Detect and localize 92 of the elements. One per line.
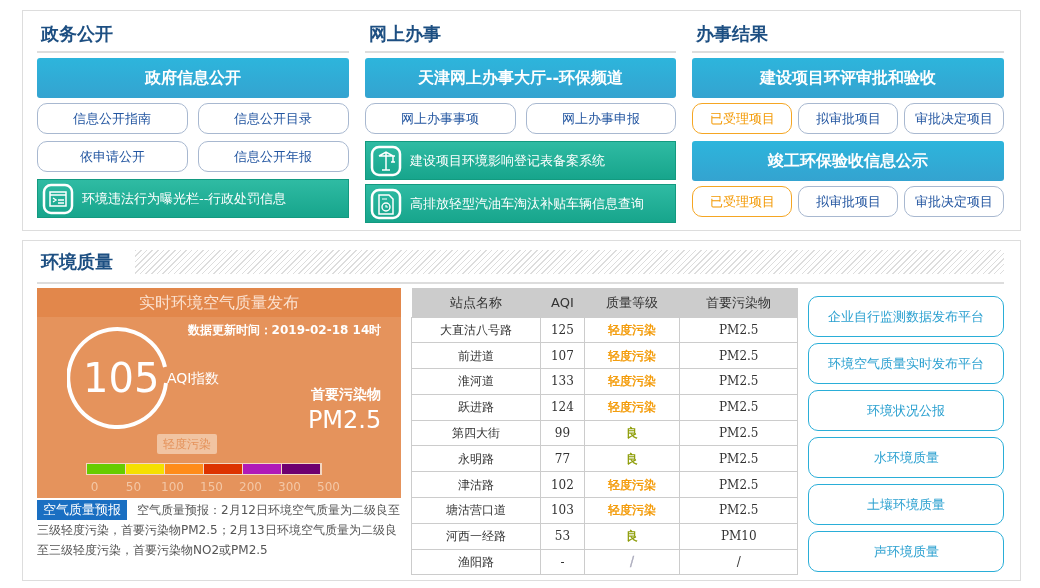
- update-time: 数据更新时间：2019-02-18 14时: [187, 322, 382, 339]
- column-header: 首要污染物: [679, 288, 798, 317]
- section-title: 政务公开: [37, 11, 349, 53]
- scale-tick: 100: [160, 479, 185, 496]
- link-button[interactable]: 已受理项目: [692, 186, 793, 217]
- link-button[interactable]: 信息公开指南: [37, 103, 188, 134]
- link-button[interactable]: 网上办事申报: [525, 103, 677, 134]
- table-cell: PM10: [679, 523, 798, 550]
- feature-button[interactable]: 高排放轻型汽油车淘汰补贴车辆信息查询: [364, 184, 677, 223]
- link-button[interactable]: 审批决定项目: [904, 103, 1004, 134]
- table-cell: PM2.5: [679, 420, 798, 446]
- table-cell: 133: [540, 368, 585, 395]
- forecast-label: 空气质量预报: [37, 500, 127, 520]
- table-cell: /: [679, 549, 798, 575]
- table-cell: 塘沽营口道: [411, 497, 541, 524]
- link-button[interactable]: 拟审批项目: [798, 186, 899, 217]
- pollutant-value: PM2.5: [307, 405, 382, 436]
- table-cell: 渔阳路: [411, 549, 541, 575]
- table-cell: 轻度污染: [584, 394, 680, 421]
- column-header: 站点名称: [411, 288, 541, 317]
- table-cell: 轻度污染: [584, 317, 680, 343]
- table-cell: PM2.5: [679, 497, 798, 524]
- level-tag: 轻度污染: [156, 434, 217, 454]
- table-cell: PM2.5: [679, 317, 798, 343]
- table-cell: 轻度污染: [584, 497, 680, 524]
- forecast-text: 空气质量预报 空气质量预报：2月12日环境空气质量为二级良至三级轻度污染，首要污染物PM2.5；2月13日环境空气质量为二级良至三级轻度污染，首要污染物NO2或PM2.5: [37, 500, 401, 559]
- scale-tick: 0: [89, 479, 100, 496]
- link-button[interactable]: 审批决定项目: [904, 186, 1004, 217]
- table-cell: 轻度污染: [584, 368, 680, 395]
- table-cell: 前进道: [411, 342, 541, 369]
- crane-icon: [369, 144, 402, 177]
- table-cell: 103: [540, 497, 585, 524]
- table-cell: 77: [540, 446, 585, 472]
- table-cell: PM2.5: [679, 342, 798, 369]
- category-button[interactable]: 竣工环保验收信息公示: [692, 141, 1004, 181]
- table-cell: 53: [540, 523, 585, 550]
- table-cell: 良: [584, 446, 680, 472]
- document-icon: [42, 182, 74, 215]
- scale-tick: 200: [238, 479, 263, 496]
- aqi-label: AQI指数: [167, 369, 220, 388]
- link-button[interactable]: 土壤环境质量: [808, 484, 1004, 525]
- link-button[interactable]: 信息公开年报: [197, 141, 349, 172]
- section-title: 办事结果: [692, 11, 1004, 53]
- table-cell: 跃进路: [411, 394, 541, 421]
- scale-tick: 500: [316, 479, 341, 496]
- table-cell: 第四大街: [411, 420, 541, 446]
- pollutant-label: 首要污染物: [311, 385, 382, 404]
- link-button[interactable]: 环境状况公报: [808, 390, 1004, 431]
- link-button[interactable]: 企业自行监测数据发布平台: [808, 296, 1004, 337]
- link-button[interactable]: 环境空气质量实时发布平台: [808, 343, 1004, 384]
- table-cell: 99: [540, 420, 585, 446]
- table-cell: PM2.5: [679, 368, 798, 395]
- table-cell: 良: [584, 420, 680, 446]
- column-header: AQI: [540, 288, 585, 317]
- table-cell: 125: [540, 317, 585, 343]
- category-button[interactable]: 政府信息公开: [37, 58, 349, 98]
- link-button[interactable]: 信息公开目录: [197, 103, 349, 134]
- scale-tick: 150: [199, 479, 224, 496]
- link-button[interactable]: 水环境质量: [808, 437, 1004, 478]
- aqi-value: 105: [83, 356, 160, 400]
- table-cell: 轻度污染: [584, 342, 680, 369]
- table-cell: -: [540, 549, 585, 575]
- link-button[interactable]: 依申请公开: [37, 141, 188, 172]
- feature-button[interactable]: 建设项目环境影响登记表备案系统: [364, 141, 677, 180]
- category-button[interactable]: 天津网上办事大厅--环保频道: [364, 58, 677, 98]
- link-button[interactable]: 声环境质量: [808, 531, 1004, 572]
- table-cell: PM2.5: [679, 471, 798, 498]
- table-cell: 124: [540, 394, 585, 421]
- table-cell: 永明路: [411, 446, 541, 472]
- table-cell: PM2.5: [679, 394, 798, 421]
- table-cell: 良: [584, 523, 680, 550]
- table-cell: 津沽路: [411, 471, 541, 498]
- table-cell: 淮河道: [411, 368, 541, 395]
- table-cell: PM2.5: [679, 446, 798, 472]
- clock-document-icon: [369, 187, 402, 220]
- table-cell: 大直沽八号路: [411, 317, 541, 343]
- section-title: 网上办事: [364, 11, 677, 53]
- table-cell: 河西一经路: [411, 523, 541, 550]
- link-button[interactable]: 拟审批项目: [798, 103, 899, 134]
- link-button[interactable]: 已受理项目: [692, 103, 793, 134]
- section-title: 环境质量: [39, 250, 113, 274]
- table-cell: 轻度污染: [584, 471, 680, 498]
- category-button[interactable]: 建设项目环评审批和验收: [692, 58, 1004, 98]
- table-cell: 102: [540, 471, 585, 498]
- table-cell: /: [584, 549, 680, 575]
- column-header: 质量等级: [584, 288, 680, 317]
- feature-button[interactable]: 环境违法行为曝光栏--行政处罚信息: [37, 179, 349, 218]
- table-cell: 107: [540, 342, 585, 369]
- scale-tick: 50: [124, 479, 143, 496]
- card-title: 实时环境空气质量发布: [37, 288, 402, 317]
- link-button[interactable]: 网上办事事项: [364, 103, 516, 134]
- scale-tick: 300: [277, 479, 302, 496]
